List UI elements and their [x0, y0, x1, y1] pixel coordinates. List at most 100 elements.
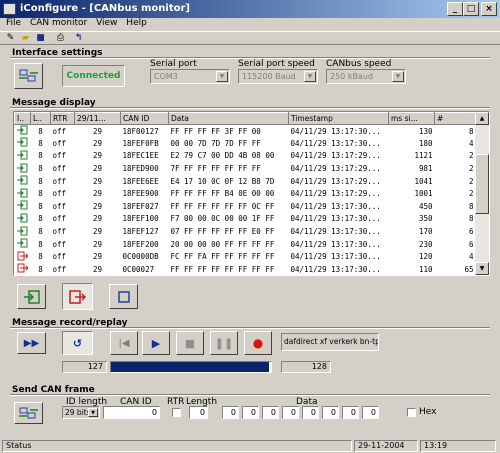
stop-button[interactable]: ■ — [176, 331, 204, 355]
table-row[interactable]: 8 off 29 0C00027 FF FF FF FF FF FF FF FF 04/1… — [15, 263, 476, 275]
table-row[interactable]: 8 off 29 18FEC1EE E2 79 C7 00 DD 4B 08 00 04/… — [15, 150, 476, 163]
outgoing-arrow-icon — [68, 289, 86, 304]
col-timestamp[interactable]: Timestamp — [288, 112, 389, 125]
table-row[interactable]: 8 off 29 18FEF027 FF FF FF FF FF FF 0C FF 04/… — [15, 200, 476, 213]
table-row[interactable]: 8 off 29 18FEF0FB 00 00 7D 7D 7D FF FF 04/11/… — [15, 137, 476, 150]
cell-extended: 29 — [92, 201, 103, 211]
id-length-select[interactable]: 29 bits ▼ — [62, 406, 100, 419]
dropdown-arrow-icon: ▼ — [88, 408, 98, 417]
close-button[interactable]: × — [481, 2, 497, 16]
col-ms-since[interactable]: ms si... — [388, 112, 435, 125]
cell-ms-since: 1041 — [414, 176, 433, 186]
cell-rtr: off — [52, 252, 67, 262]
cell-ms-since: 180 — [418, 138, 433, 148]
data-byte-field[interactable]: 0 — [222, 406, 239, 419]
data-byte-field[interactable]: 0 — [242, 406, 259, 419]
col-data[interactable]: Data — [168, 112, 289, 125]
network-config-icon — [19, 69, 38, 82]
table-row[interactable]: 8 off 29 18F00127 FF FF FF FF 3F FF 00 04/11/… — [15, 125, 476, 138]
cell-timestamp: 04/11/29 13:17:30... — [290, 239, 381, 249]
scroll-up-icon[interactable]: ▲ — [475, 112, 489, 125]
canbus-speed-select[interactable]: 250 kBaud ▼ — [326, 69, 406, 84]
dropdown-arrow-icon: ▼ — [392, 71, 404, 82]
cell-ms-since: 110 — [418, 264, 433, 274]
loop-button[interactable]: ↺ — [62, 331, 93, 355]
open-folder-icon[interactable]: ▰ — [19, 33, 32, 44]
table-row[interactable]: 8 off 29 18FEF200 20 00 00 00 FF FF FF FF 04/… — [15, 238, 476, 251]
data-byte-field[interactable]: 0 — [322, 406, 339, 419]
data-byte-field[interactable]: 0 — [282, 406, 299, 419]
length-field[interactable]: 0 — [189, 406, 208, 419]
message-table[interactable]: I.. L.. RTR 29/11... CAN ID Data Timesta… — [13, 111, 490, 276]
send-frame-button[interactable] — [14, 402, 43, 424]
col-length[interactable]: L.. — [30, 112, 51, 125]
show-all-button[interactable] — [109, 284, 138, 309]
record-button[interactable]: ● — [244, 331, 272, 355]
menu-view[interactable]: View — [96, 18, 117, 28]
menu-can-monitor[interactable]: CAN monitor — [30, 18, 87, 28]
status-time: 13:19 — [420, 440, 496, 452]
pause-button[interactable]: ❚❚ — [210, 331, 238, 355]
serial-speed-select[interactable]: 115200 Baud ▼ — [238, 69, 318, 84]
table-row[interactable]: 8 off 29 18FED900 7F FF FF FF FF FF FF 04/11/… — [15, 162, 476, 175]
can-id-field[interactable]: 0 — [103, 406, 160, 419]
fast-forward-button[interactable]: ▶▶ — [17, 332, 46, 354]
scroll-thumb[interactable] — [475, 154, 489, 214]
table-row[interactable]: 8 off 29 18FEE900 FF FF FF FF B4 0E 00 00 04/… — [15, 187, 476, 200]
table-scrollbar[interactable]: ▲ ▼ — [475, 112, 489, 275]
menu-file[interactable]: File — [6, 18, 21, 28]
back-arrow-icon[interactable]: ↰ — [72, 33, 85, 44]
cell-extended: 29 — [92, 138, 103, 148]
loop-icon: ↺ — [72, 336, 83, 350]
table-row[interactable]: 8 off 29 0C0000DB FC FF FA FF FF FF FF FF 04/… — [15, 250, 476, 263]
cell-data: 07 FF FF FF FF FF E0 FF — [170, 227, 275, 237]
cell-length: 8 — [38, 239, 43, 249]
rtr-checkbox[interactable] — [172, 408, 181, 417]
cell-length: 8 — [38, 126, 43, 136]
cell-extended: 29 — [92, 151, 103, 161]
data-byte-field[interactable]: 0 — [262, 406, 279, 419]
incoming-message-icon — [15, 200, 31, 213]
cell-data: F7 00 00 0C 00 00 1F FF — [170, 214, 275, 224]
table-row[interactable]: 8 off 29 18FEF100 F7 00 00 0C 00 00 1F FF 04/… — [15, 213, 476, 226]
record-icon: ● — [252, 336, 264, 350]
cell-timestamp: 04/11/29 13:17:29... — [290, 164, 381, 174]
status-date: 29-11-2004 — [354, 440, 418, 452]
data-byte-field[interactable]: 0 — [302, 406, 319, 419]
dropdown-arrow-icon: ▼ — [304, 71, 316, 82]
col-count[interactable]: # — [434, 112, 476, 125]
replay-progress[interactable] — [110, 361, 272, 373]
rewind-button[interactable]: |◀ — [110, 331, 138, 355]
col-rtr[interactable]: RTR — [50, 112, 75, 125]
interface-config-button[interactable] — [14, 63, 43, 89]
minimize-button[interactable]: _ — [447, 2, 463, 16]
play-icon: ▶ — [151, 336, 161, 350]
outgoing-message-icon — [15, 250, 31, 263]
new-icon[interactable]: ✎ — [4, 33, 17, 44]
scroll-down-icon[interactable]: ▼ — [475, 262, 489, 275]
play-button[interactable]: ▶ — [142, 331, 170, 355]
table-row[interactable]: 8 off 29 18FEF127 07 FF FF FF FF FF E0 FF 04/… — [15, 225, 476, 238]
app-icon — [3, 3, 16, 15]
print-icon[interactable]: ⎙ — [54, 33, 67, 44]
show-outgoing-button[interactable] — [62, 283, 93, 310]
table-row[interactable]: 8 off 29 18FEE6EE E4 17 10 0C 0F 12 B8 7D 04/… — [15, 175, 476, 188]
data-byte-field[interactable]: 0 — [342, 406, 359, 419]
show-incoming-button[interactable] — [17, 284, 46, 309]
menu-help[interactable]: Help — [126, 18, 147, 28]
cell-data: 00 00 7D 7D 7D FF FF — [170, 138, 261, 148]
col-direction[interactable]: I.. — [14, 112, 31, 125]
maximize-button[interactable]: □ — [463, 2, 479, 16]
status-bar: Status 29-11-2004 13:19 — [0, 438, 500, 453]
toolbar: ✎ ▰ ■ ⎙ ↰ — [0, 31, 500, 45]
hex-checkbox[interactable] — [407, 408, 416, 417]
connection-status: Connected — [62, 65, 125, 87]
serial-port-select[interactable]: COM3 ▼ — [150, 69, 230, 84]
col-can-id[interactable]: CAN ID — [120, 112, 169, 125]
cell-extended: 29 — [92, 176, 103, 186]
col-extended[interactable]: 29/11... — [74, 112, 121, 125]
save-icon[interactable]: ■ — [34, 33, 47, 44]
cell-ms-since: 120 — [418, 252, 433, 262]
cell-ms-since: 450 — [418, 201, 433, 211]
data-byte-field[interactable]: 0 — [362, 406, 379, 419]
